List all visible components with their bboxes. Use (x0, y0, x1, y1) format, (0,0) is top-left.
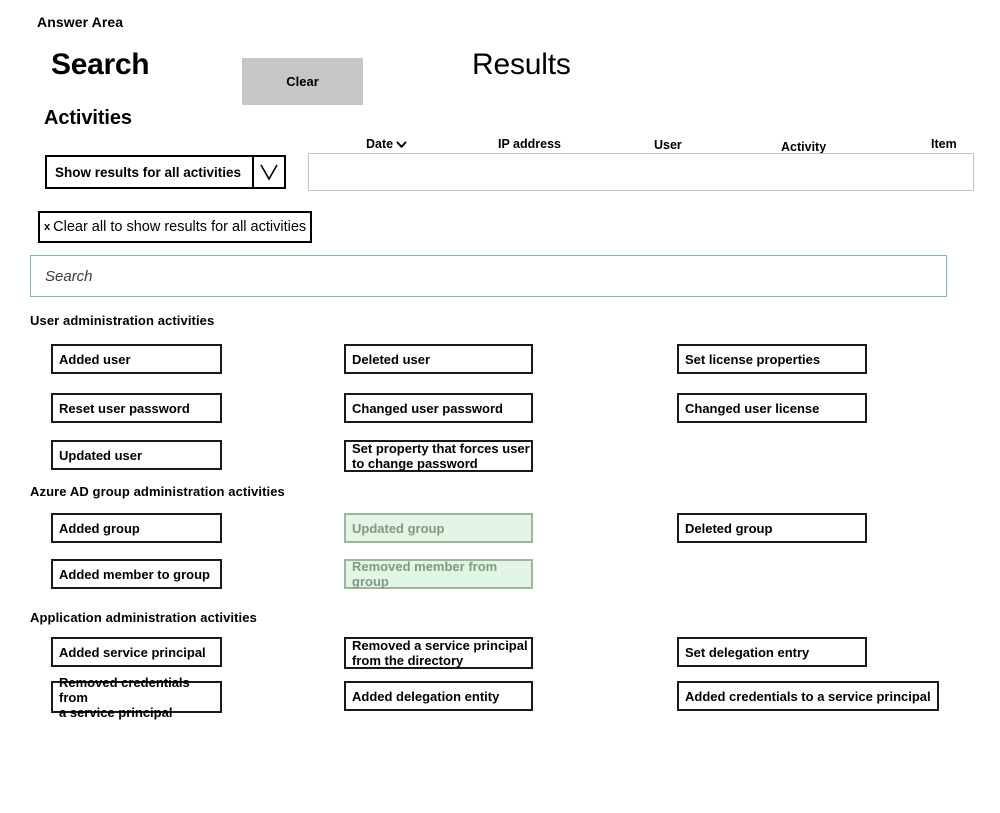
search-field-wrapper[interactable] (30, 255, 947, 297)
column-header-ip-address[interactable]: IP address (498, 137, 561, 151)
activity-tile[interactable]: Changed user license (677, 393, 867, 423)
activity-tile[interactable]: Added group (51, 513, 222, 543)
section-label-application-administration: Application administration activities (30, 610, 257, 625)
activity-tile[interactable]: Reset user password (51, 393, 222, 423)
section-label-azure-ad-group-administration: Azure AD group administration activities (30, 484, 285, 499)
activity-tile[interactable]: Updated user (51, 440, 222, 470)
activity-tile[interactable]: Set property that forces user to change … (344, 440, 533, 472)
page-title-search: Search (51, 48, 150, 81)
clear-all-filter-chip[interactable]: x Clear all to show results for all acti… (38, 211, 313, 243)
activity-tile[interactable]: Updated group (344, 513, 533, 543)
activity-tile[interactable]: Set license properties (677, 344, 867, 374)
activity-tile[interactable]: Added delegation entity (344, 681, 533, 711)
activity-tile[interactable]: Deleted user (344, 344, 533, 374)
column-header-item[interactable]: Item (931, 137, 957, 151)
column-header-activity[interactable]: Activity (781, 140, 826, 154)
clear-button[interactable]: Clear (242, 58, 363, 105)
page-title-results: Results (472, 48, 571, 81)
activity-tile[interactable]: Deleted group (677, 513, 867, 543)
activities-heading: Activities (44, 107, 132, 129)
search-input[interactable] (31, 267, 946, 285)
caret-down-icon[interactable] (396, 139, 407, 150)
clear-all-filter-chip-label: Clear all to show results for all activi… (53, 219, 307, 235)
activity-tile[interactable]: Removed member from group (344, 559, 533, 589)
activity-tile[interactable]: Removed credentials from a service princ… (51, 675, 222, 720)
activity-tile[interactable]: Added user (51, 344, 222, 374)
activity-tile[interactable]: Removed a service principal from the dir… (344, 637, 533, 669)
activities-filter-dropdown-value: Show results for all activities (55, 164, 242, 180)
column-header-user[interactable]: User (654, 138, 682, 152)
activity-tile[interactable]: Changed user password (344, 393, 533, 423)
activity-tile[interactable]: Added service principal (51, 637, 222, 667)
activity-tile[interactable]: Added credentials to a service principal (677, 681, 939, 711)
activity-tile[interactable]: Set delegation entry (677, 637, 867, 667)
column-header-date[interactable]: Date (366, 137, 407, 151)
activities-filter-dropdown[interactable]: Show results for all activities (45, 155, 286, 189)
column-header-date-label: Date (366, 137, 394, 151)
results-table-body (308, 153, 974, 191)
activity-tile[interactable]: Added member to group (51, 559, 222, 589)
answer-area-label: Answer Area (37, 14, 124, 30)
chevron-down-icon[interactable] (252, 157, 284, 187)
section-label-user-administration: User administration activities (30, 313, 215, 328)
close-icon[interactable]: x (44, 221, 50, 233)
